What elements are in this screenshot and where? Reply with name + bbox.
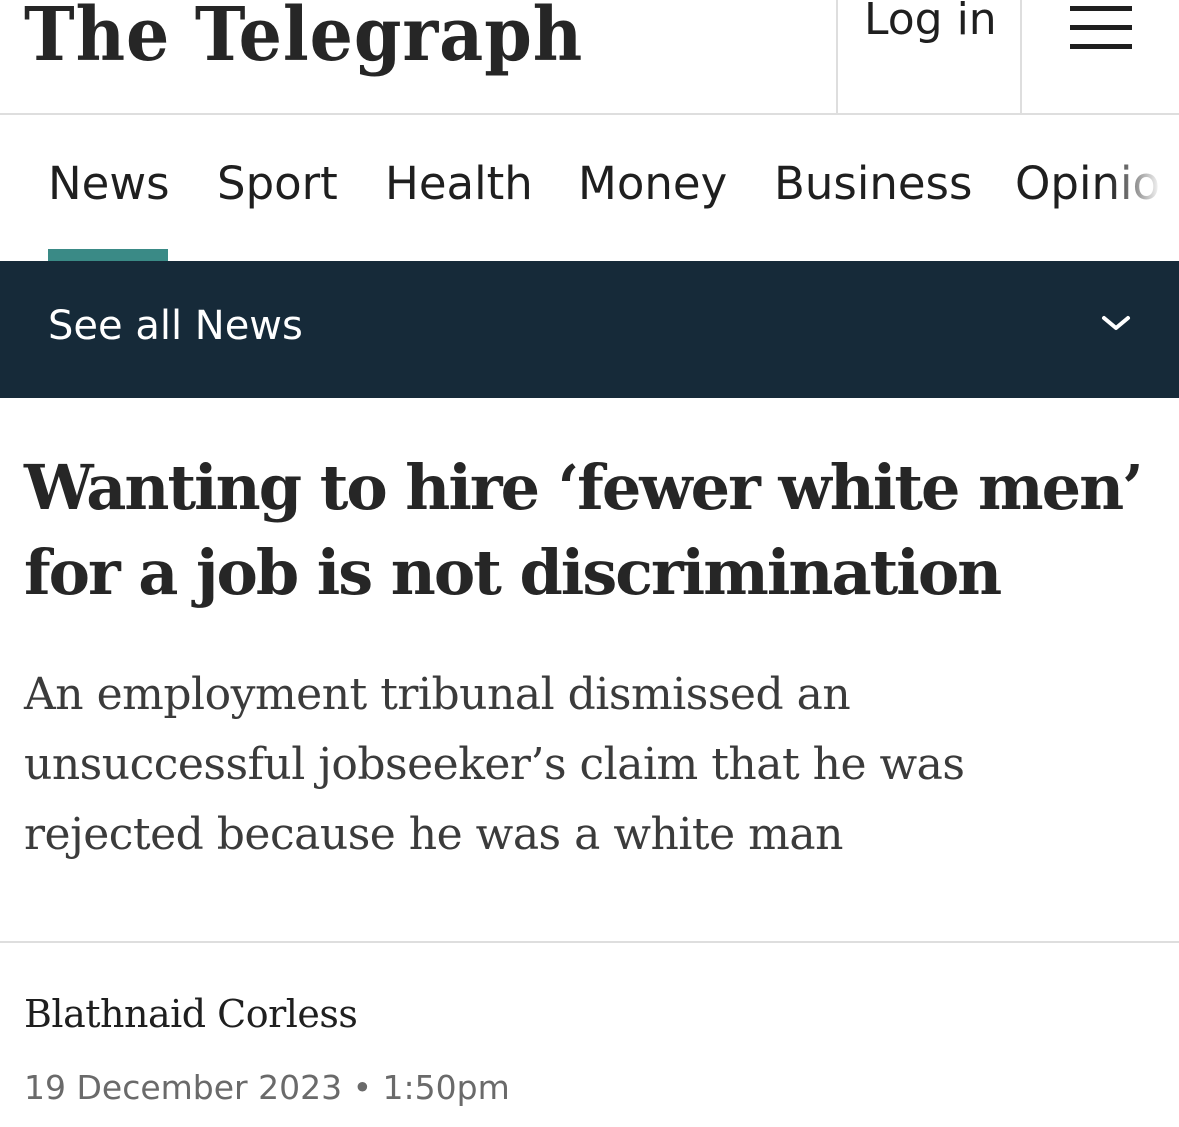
date-separator: • [342, 1068, 383, 1107]
author-byline[interactable]: Blathnaid Corless [24, 992, 358, 1036]
active-nav-indicator [48, 249, 168, 261]
article-standfirst: An employment tribunal dismissed an unsu… [24, 669, 965, 860]
publish-dateline: 19 December 2023 • 1:50pm [24, 1068, 510, 1107]
publish-time: 1:50pm [382, 1068, 510, 1107]
hamburger-menu-icon[interactable] [1070, 6, 1132, 50]
login-link[interactable]: Log in [864, 0, 997, 45]
login-cell: Log in [836, 0, 1022, 113]
nav-item-money[interactable]: Money [578, 157, 727, 210]
nav-item-health[interactable]: Health [385, 157, 533, 210]
nav-item-business[interactable]: Business [774, 157, 972, 210]
publish-date: 19 December 2023 [24, 1068, 343, 1107]
see-all-news-label: See all News [48, 303, 303, 349]
section-nav: News Sport Health Money Business Opinion [0, 115, 1179, 261]
divider [0, 941, 1179, 943]
chevron-down-icon [1102, 316, 1130, 330]
site-header: The Telegraph Log in [0, 0, 1179, 115]
article-headline: Wanting to hire ‘fewer white men’ for a … [24, 451, 1144, 609]
nav-item-sport[interactable]: Sport [217, 157, 338, 210]
see-all-news-dropdown[interactable]: See all News [0, 261, 1179, 398]
nav-item-news[interactable]: News [48, 157, 170, 210]
nav-item-opinion[interactable]: Opinion [1015, 157, 1179, 210]
telegraph-logo[interactable]: The Telegraph [24, 0, 583, 72]
